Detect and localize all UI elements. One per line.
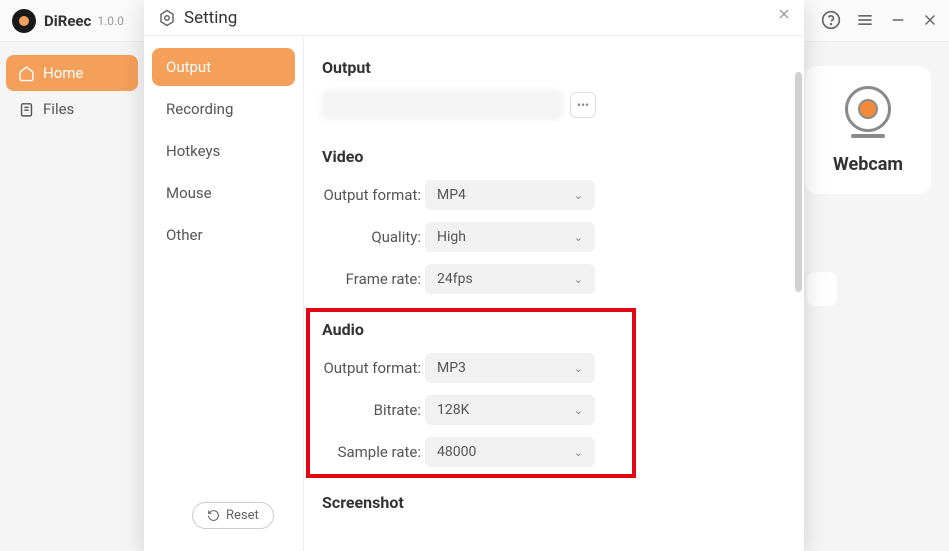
- chevron-down-icon: ⌄: [574, 273, 583, 286]
- section-screenshot: Screenshot: [322, 493, 782, 512]
- sidebar-item-home[interactable]: Home: [6, 55, 138, 91]
- audio-samplerate-select[interactable]: 48000 ⌄: [425, 437, 595, 467]
- app-name: DiReec: [44, 12, 91, 30]
- chevron-down-icon: ⌄: [574, 231, 583, 244]
- video-format-select[interactable]: MP4 ⌄: [425, 180, 595, 210]
- section-title-video: Video: [322, 147, 782, 166]
- sidebar-item-files[interactable]: Files: [6, 91, 138, 127]
- app-version: 1.0.0: [97, 14, 124, 28]
- sidebar-item-label: Home: [43, 64, 83, 82]
- sidebar-item-label: Files: [43, 100, 74, 118]
- audio-bitrate-label: Bitrate:: [322, 401, 425, 419]
- section-audio: Audio Output format: MP3 ⌄ Bitrate: 128K…: [322, 320, 782, 467]
- audio-format-select[interactable]: MP3 ⌄: [425, 353, 595, 383]
- webcam-label: Webcam: [833, 154, 903, 175]
- chevron-down-icon: ⌄: [574, 446, 583, 459]
- files-icon: [18, 101, 35, 118]
- app-logo-icon: [12, 9, 36, 33]
- background-button-fragment: [807, 272, 837, 306]
- nav-item-mouse[interactable]: Mouse: [152, 174, 295, 212]
- chevron-down-icon: ⌄: [574, 189, 583, 202]
- video-quality-label: Quality:: [322, 228, 425, 246]
- home-icon: [18, 65, 35, 82]
- section-title-output: Output: [322, 58, 782, 77]
- window-controls: [821, 10, 939, 30]
- video-framerate-select[interactable]: 24fps ⌄: [425, 264, 595, 294]
- section-title-screenshot: Screenshot: [322, 493, 782, 512]
- webcam-mode-card[interactable]: Webcam: [805, 66, 931, 194]
- settings-content: Output ••• Video Output format: MP4 ⌄: [304, 36, 804, 551]
- video-format-label: Output format:: [322, 186, 425, 204]
- browse-path-button[interactable]: •••: [570, 92, 596, 118]
- audio-samplerate-label: Sample rate:: [322, 443, 425, 461]
- webcam-icon: [845, 86, 891, 132]
- help-icon[interactable]: [821, 10, 841, 30]
- section-video: Video Output format: MP4 ⌄ Quality: High…: [322, 147, 782, 294]
- section-output: Output •••: [322, 58, 782, 119]
- modal-header: Setting: [144, 0, 804, 36]
- modal-body: Output Recording Hotkeys Mouse Other Res…: [144, 36, 804, 551]
- nav-item-recording[interactable]: Recording: [152, 90, 295, 128]
- modal-close-icon[interactable]: [776, 6, 792, 22]
- reset-button[interactable]: Reset: [192, 502, 274, 529]
- nav-item-output[interactable]: Output: [152, 48, 295, 86]
- reset-label: Reset: [226, 508, 259, 523]
- minimize-icon[interactable]: [889, 11, 907, 29]
- audio-bitrate-select[interactable]: 128K ⌄: [425, 395, 595, 425]
- chevron-down-icon: ⌄: [574, 362, 583, 375]
- output-path-input[interactable]: [322, 91, 562, 119]
- settings-icon: [158, 9, 176, 27]
- section-title-audio: Audio: [322, 320, 782, 339]
- menu-icon[interactable]: [855, 10, 875, 30]
- nav-item-other[interactable]: Other: [152, 216, 295, 254]
- reset-icon: [207, 509, 220, 522]
- nav-item-hotkeys[interactable]: Hotkeys: [152, 132, 295, 170]
- chevron-down-icon: ⌄: [574, 404, 583, 417]
- settings-nav: Output Recording Hotkeys Mouse Other Res…: [144, 36, 304, 551]
- modal-title: Setting: [184, 8, 237, 28]
- audio-format-label: Output format:: [322, 359, 425, 377]
- video-quality-select[interactable]: High ⌄: [425, 222, 595, 252]
- close-icon[interactable]: [921, 11, 939, 29]
- settings-modal: Setting Output Recording Hotkeys Mouse O…: [144, 0, 804, 551]
- scrollbar[interactable]: [795, 72, 802, 292]
- main-sidebar: Home Files: [6, 55, 138, 127]
- video-framerate-label: Frame rate:: [322, 270, 425, 288]
